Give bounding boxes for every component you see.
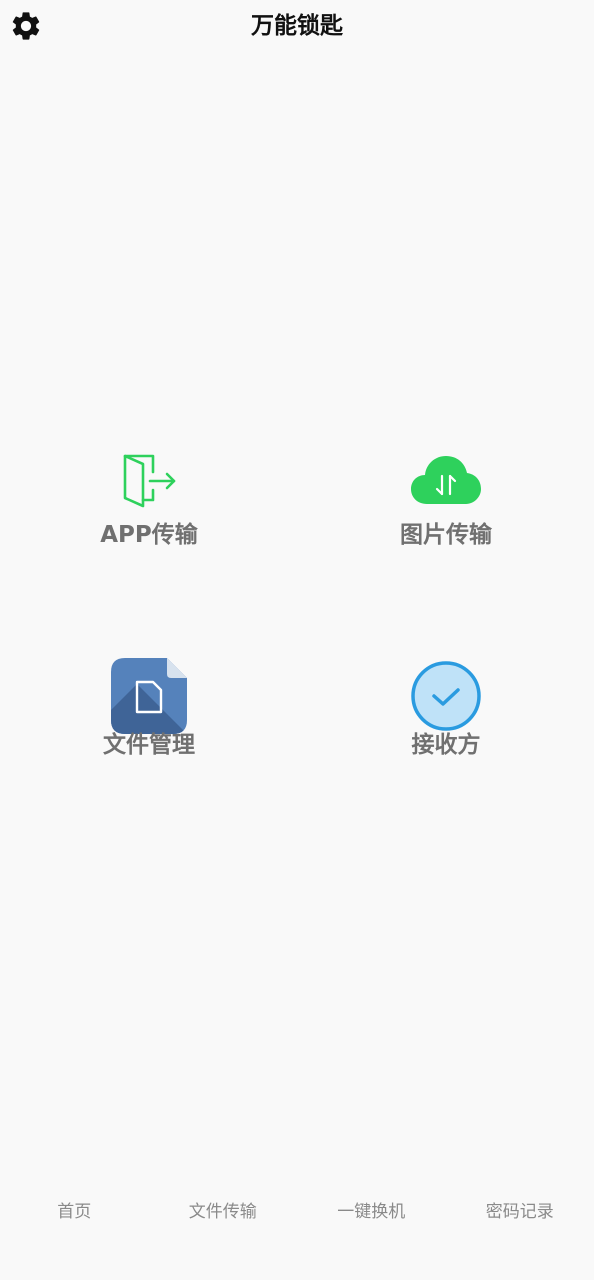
app-transfer-button[interactable]: APP传输 <box>39 440 259 550</box>
check-circle-icon <box>411 661 481 731</box>
app-transfer-icon-box <box>109 440 189 520</box>
app-transfer-label: APP传输 <box>100 522 198 548</box>
receiver-icon-box <box>406 656 486 736</box>
tab-password-records[interactable]: 密码记录 <box>446 1184 594 1280</box>
page-title: 万能锁匙 <box>251 13 343 39</box>
top-bar: 万能锁匙 <box>0 0 594 52</box>
image-transfer-icon-box <box>406 440 486 520</box>
image-transfer-button[interactable]: 图片传输 <box>336 440 556 550</box>
tab-file-transfer[interactable]: 文件传输 <box>149 1184 298 1280</box>
door-exit-icon <box>123 454 176 508</box>
image-transfer-label: 图片传输 <box>400 522 492 548</box>
cloud-transfer-icon <box>411 456 481 504</box>
bottom-tab-bar: 首页 文件传输 一键换机 密码记录 <box>0 1184 594 1280</box>
document-icon <box>111 658 187 734</box>
receiver-button[interactable]: 接收方 <box>336 656 556 760</box>
file-manager-icon-box <box>109 656 189 736</box>
file-manager-label: 文件管理 <box>103 732 195 758</box>
tab-phone-switch[interactable]: 一键换机 <box>297 1184 446 1280</box>
tab-home[interactable]: 首页 <box>0 1184 149 1280</box>
receiver-label: 接收方 <box>411 732 481 758</box>
file-manager-button[interactable]: 文件管理 <box>39 656 259 760</box>
